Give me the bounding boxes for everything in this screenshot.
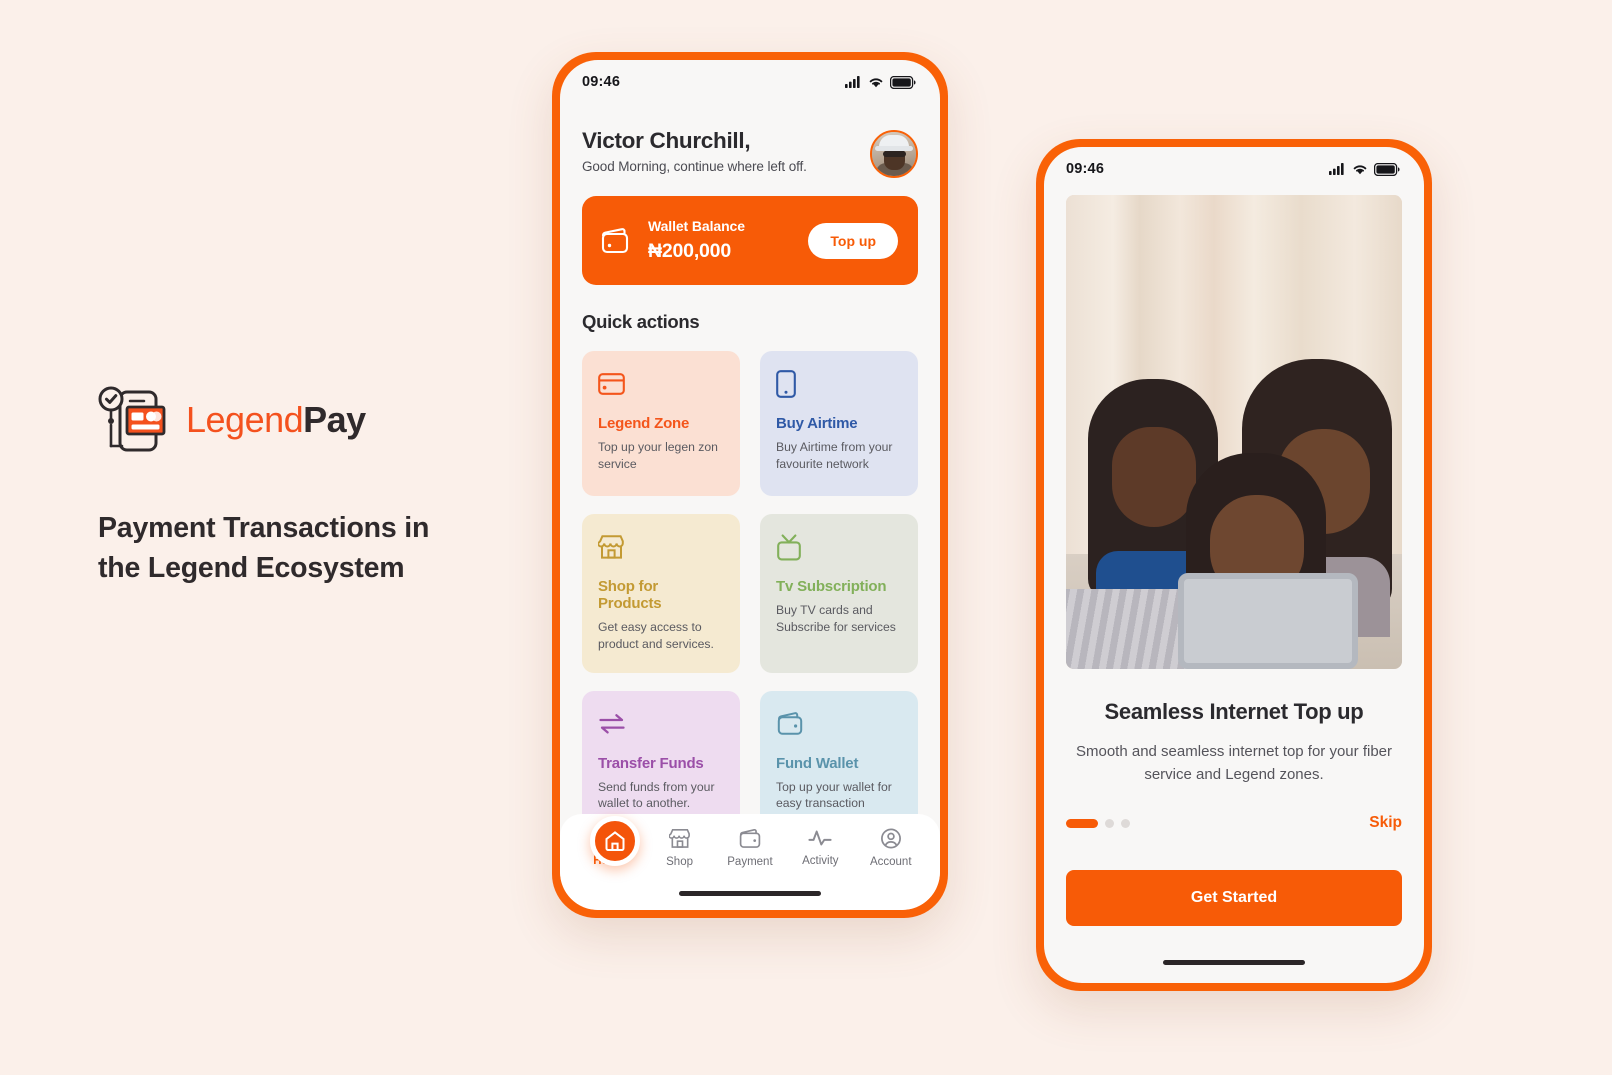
brand-lockup: LegendPay xyxy=(98,380,518,460)
cellular-signal-icon xyxy=(845,76,860,88)
brand-name-legend: Legend xyxy=(186,399,304,440)
transfer-arrows-icon xyxy=(598,709,724,739)
page-tagline: Payment Transactions in the Legend Ecosy… xyxy=(98,512,430,585)
wallet-label: Wallet Balance xyxy=(648,218,745,234)
quick-action-legend-zone[interactable]: Legend Zone Top up your legen zon servic… xyxy=(582,351,740,496)
avatar-helmet xyxy=(875,135,913,151)
store-icon xyxy=(668,828,690,848)
quick-action-desc: Send funds from your wallet to another. xyxy=(598,779,715,811)
nav-item-payment[interactable]: Payment xyxy=(718,828,782,868)
hero-father-face xyxy=(1112,427,1196,527)
brand-name-pay: Pay xyxy=(303,399,366,440)
hero-image-family-with-tablet xyxy=(1066,195,1402,669)
nav-item-shop[interactable]: Shop xyxy=(648,828,712,868)
battery-icon xyxy=(1374,162,1400,176)
battery-icon xyxy=(890,75,916,89)
quick-action-desc: Buy Airtime from your favourite network xyxy=(776,440,893,471)
avatar[interactable] xyxy=(870,130,918,178)
brand-panel: LegendPay Payment Transactions in the Le… xyxy=(98,380,518,589)
quick-action-title: Tv Subscription xyxy=(776,578,887,595)
status-time: 09:46 xyxy=(582,74,621,90)
wallet-texts: Wallet Balance ₦200,000 xyxy=(648,218,792,263)
phone-card-check-icon xyxy=(98,384,172,456)
home-icon xyxy=(605,831,625,851)
nav-label: Shop xyxy=(666,856,693,868)
user-name: Victor Churchill, xyxy=(582,128,751,153)
quick-action-title: Fund Wallet xyxy=(776,754,859,772)
store-icon xyxy=(598,532,724,562)
avatar-glasses xyxy=(883,151,906,157)
top-up-button[interactable]: Top up xyxy=(808,222,898,259)
credit-card-icon xyxy=(598,369,724,399)
hero-tablet xyxy=(1178,573,1358,669)
quick-action-desc: Buy TV cards and Subscribe for services xyxy=(776,603,896,634)
status-icons xyxy=(845,75,916,89)
quick-action-title: Transfer Funds xyxy=(598,754,704,772)
wallet-outline-icon xyxy=(776,709,902,739)
status-icons xyxy=(1329,162,1400,176)
greeting-subtitle: Good Morning, continue where left off. xyxy=(582,159,807,174)
status-time: 09:46 xyxy=(1066,161,1105,177)
wallet-icon xyxy=(601,227,629,253)
quick-action-desc: Top up your wallet for easy transaction xyxy=(776,779,892,811)
phone-mockup-home: 09:46 Victor Churchill, Good Morning, co… xyxy=(552,52,948,918)
wallet-amount: ₦200,000 xyxy=(648,240,731,262)
skip-link[interactable]: Skip xyxy=(1369,814,1402,832)
account-circle-icon xyxy=(880,828,901,849)
nav-item-activity[interactable]: Activity xyxy=(788,828,852,867)
wallet-balance-card[interactable]: Wallet Balance ₦200,000 Top up xyxy=(582,196,918,285)
quick-action-shop-for-products[interactable]: Shop for Products Get easy access to pro… xyxy=(582,514,740,673)
cellular-signal-icon xyxy=(1329,163,1344,175)
wifi-icon xyxy=(1353,165,1367,175)
nav-label: Account xyxy=(869,856,912,868)
phone-mockup-onboarding: 09:46 Seamless Internet Top up Smooth an… xyxy=(1036,139,1432,991)
onboarding-content: Seamless Internet Top up Smooth and seam… xyxy=(1044,195,1424,926)
quick-action-title: Shop for Products xyxy=(598,578,662,612)
television-icon xyxy=(776,532,902,562)
quick-action-desc: Top up your legen zon service xyxy=(598,440,718,471)
pagination-dots[interactable] xyxy=(1066,818,1130,828)
brand-wordmark: LegendPay xyxy=(186,399,366,441)
quick-action-title: Legend Zone xyxy=(598,415,690,432)
quick-actions-title: Quick actions xyxy=(582,311,700,332)
onboarding-description: Smooth and seamless internet top for you… xyxy=(1076,743,1392,783)
nav-label: Payment xyxy=(727,856,773,868)
mobile-phone-icon xyxy=(776,369,902,399)
status-bar-home: 09:46 xyxy=(560,60,940,104)
pagination-dot-2[interactable] xyxy=(1105,818,1114,828)
nav-label: Activity xyxy=(802,855,839,867)
wifi-icon xyxy=(869,78,883,88)
get-started-button[interactable]: Get Started xyxy=(1066,870,1402,926)
quick-action-buy-airtime[interactable]: Buy Airtime Buy Airtime from your favour… xyxy=(760,351,918,496)
quick-action-tv-subscription[interactable]: Tv Subscription Buy TV cards and Subscri… xyxy=(760,514,918,673)
greeting-row: Victor Churchill, Good Morning, continue… xyxy=(582,128,918,178)
activity-pulse-icon xyxy=(808,830,832,846)
status-bar-onboarding: 09:46 xyxy=(1044,147,1424,191)
home-content: Victor Churchill, Good Morning, continue… xyxy=(560,128,940,836)
pagination-row: Skip xyxy=(1066,814,1402,832)
home-fab-button[interactable] xyxy=(590,816,640,866)
pagination-dot-1[interactable] xyxy=(1066,818,1098,828)
nav-item-account[interactable]: Account xyxy=(859,828,923,868)
pagination-dot-3[interactable] xyxy=(1121,818,1130,828)
home-screen: 09:46 Victor Churchill, Good Morning, co… xyxy=(560,60,940,910)
quick-actions-grid: Legend Zone Top up your legen zon servic… xyxy=(582,351,918,836)
onboarding-title: Seamless Internet Top up xyxy=(1104,699,1364,724)
wallet-icon xyxy=(739,829,761,848)
greeting-texts: Victor Churchill, Good Morning, continue… xyxy=(582,128,807,174)
home-indicator xyxy=(1163,960,1305,965)
page-canvas: LegendPay Payment Transactions in the Le… xyxy=(0,0,1612,1075)
quick-action-title: Buy Airtime xyxy=(776,415,858,432)
onboarding-screen: 09:46 Seamless Internet Top up Smooth an… xyxy=(1044,147,1424,983)
quick-action-desc: Get easy access to product and services. xyxy=(598,620,714,651)
home-indicator xyxy=(679,891,821,896)
